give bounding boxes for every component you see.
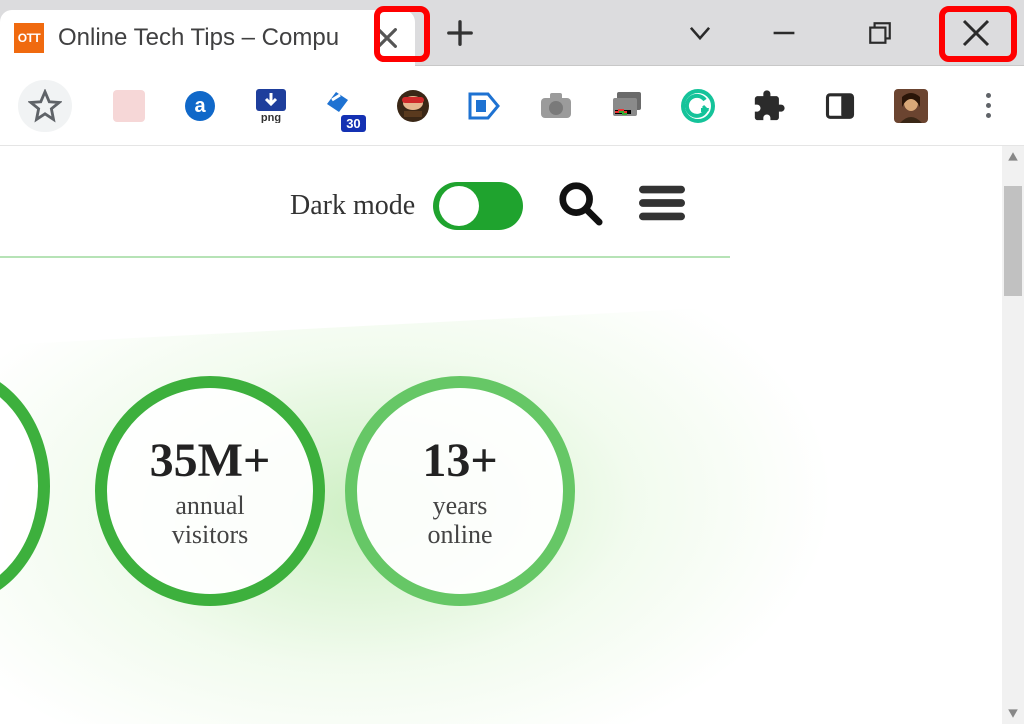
site-menu-button[interactable] (639, 180, 685, 231)
bookmark-star-button[interactable] (18, 80, 72, 132)
site-header-controls: Dark mode (290, 180, 685, 231)
browser-toolbar: a png 30 (0, 66, 1024, 146)
section-divider (0, 256, 730, 258)
extension-generic-icon[interactable] (107, 82, 150, 130)
browser-tab[interactable]: OTT Online Tech Tips – Compu (0, 10, 415, 66)
dark-mode-toggle[interactable] (433, 182, 523, 230)
site-search-button[interactable] (557, 180, 603, 231)
extension-calendar-icon[interactable]: 30 (320, 82, 363, 130)
tab-search-button[interactable] (664, 20, 736, 46)
page-content: Dark mode 35M+ annualvisitors 13+ yearso… (0, 146, 1024, 724)
toggle-knob (439, 186, 479, 226)
new-tab-button[interactable] (439, 12, 481, 54)
chrome-menu-button[interactable] (970, 86, 1006, 126)
extension-multiwindow-icon[interactable] (605, 82, 648, 130)
maximize-button[interactable] (832, 0, 928, 66)
scroll-up-arrow-icon[interactable] (1002, 146, 1024, 168)
dark-mode-label: Dark mode (290, 190, 415, 222)
extensions-puzzle-icon[interactable] (748, 82, 791, 130)
tab-favicon: OTT (14, 23, 44, 53)
stat-value: 13+ (422, 433, 497, 488)
profile-avatar[interactable] (890, 82, 933, 130)
extension-camera-icon[interactable] (534, 82, 577, 130)
minimize-button[interactable] (736, 0, 832, 66)
extension-grammarly-icon[interactable] (676, 82, 719, 130)
svg-text:a: a (194, 95, 206, 117)
vertical-scrollbar[interactable] (1002, 146, 1024, 724)
stat-circle: 13+ yearsonline (345, 376, 575, 606)
close-tab-button[interactable] (373, 24, 401, 52)
window-controls (664, 0, 1024, 66)
stat-label: annualvisitors (172, 492, 249, 549)
scrollbar-thumb[interactable] (1004, 186, 1022, 296)
stat-circle: 35M+ annualvisitors (95, 376, 325, 606)
extension-png-downloader-icon[interactable]: png (249, 82, 292, 130)
tab-title: Online Tech Tips – Compu (58, 24, 339, 52)
browser-tab-bar: OTT Online Tech Tips – Compu (0, 0, 1024, 66)
extension-avatar-icon[interactable] (392, 82, 435, 130)
side-panel-icon[interactable] (819, 82, 862, 130)
stat-label: yearsonline (428, 492, 493, 549)
extension-tag-icon[interactable] (463, 82, 506, 130)
extension-badge: 30 (341, 115, 365, 132)
close-window-button[interactable] (928, 0, 1024, 66)
svg-text:png: png (261, 112, 281, 123)
scroll-down-arrow-icon[interactable] (1002, 702, 1024, 724)
extension-amazon-icon[interactable]: a (178, 82, 221, 130)
stat-value: 35M+ (150, 433, 271, 488)
